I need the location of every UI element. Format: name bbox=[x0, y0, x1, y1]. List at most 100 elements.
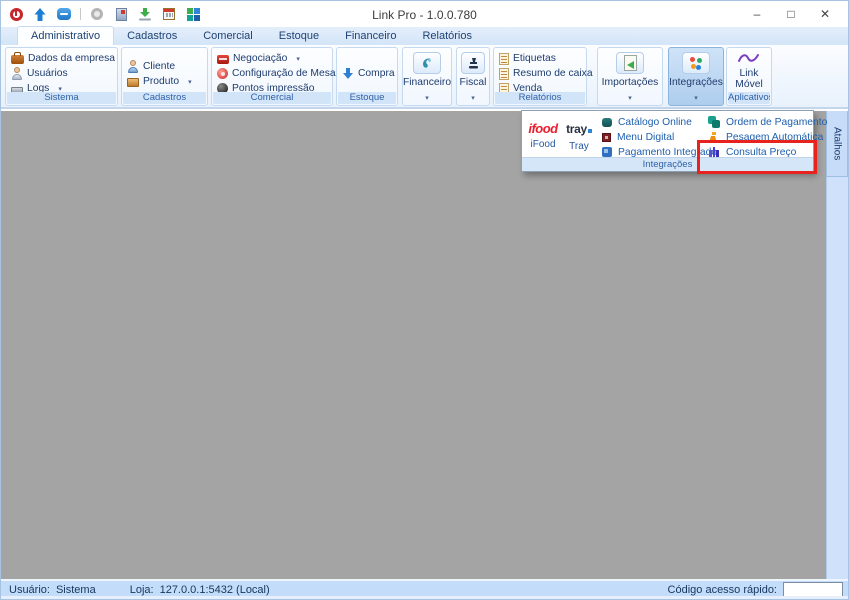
button-label: Fiscal bbox=[460, 77, 487, 88]
highlight-annotation-box bbox=[697, 140, 817, 174]
ribbon-tab-bar: Administrativo Cadastros Comercial Estoq… bbox=[1, 27, 848, 45]
item-label: Cliente bbox=[143, 61, 175, 72]
fiscal-button[interactable]: Fiscal ▾ bbox=[456, 47, 490, 106]
group-label-cadastros: Cadastros bbox=[123, 92, 206, 104]
menu-item-catalogo-online[interactable]: Catálogo Online bbox=[602, 115, 692, 129]
group-aplicativos: Link Móvel Aplicativos bbox=[726, 47, 772, 106]
group-cadastros: Cliente Produto ▾ Cadastros bbox=[121, 47, 208, 106]
report-document-icon bbox=[499, 68, 509, 80]
close-button[interactable]: ✕ bbox=[808, 4, 842, 24]
minimize-button[interactable]: – bbox=[740, 4, 774, 24]
import-icon bbox=[616, 52, 644, 74]
report-document-icon bbox=[499, 53, 509, 65]
chevron-down-icon: ▾ bbox=[188, 78, 192, 86]
tables-icon bbox=[217, 68, 228, 79]
tab-comercial[interactable]: Comercial bbox=[190, 27, 266, 45]
tab-administrativo[interactable]: Administrativo bbox=[17, 26, 114, 45]
ribbon-item-resumo-caixa[interactable]: Resumo de caixa bbox=[494, 66, 586, 81]
title-bar: Link Pro - 1.0.0.780 – □ ✕ bbox=[1, 1, 848, 27]
tab-relatorios[interactable]: Relatórios bbox=[409, 27, 485, 45]
ribbon-item-negociacao[interactable]: Negociação ▾ bbox=[212, 51, 332, 66]
item-label: Negociação bbox=[233, 53, 287, 64]
online-catalog-icon bbox=[602, 118, 612, 127]
item-label: Dados da empresa bbox=[28, 53, 115, 64]
payment-order-icon bbox=[708, 116, 720, 128]
group-label-estoque: Estoque bbox=[338, 92, 396, 104]
user-value: Sistema bbox=[56, 584, 96, 596]
menu-item-ordem-pagamento[interactable]: Ordem de Pagamento bbox=[708, 115, 827, 129]
item-label: Compra bbox=[358, 68, 395, 79]
fiscal-stamp-icon bbox=[461, 52, 485, 74]
tab-financeiro[interactable]: Financeiro bbox=[332, 27, 409, 45]
menu-item-menu-digital[interactable]: Menu Digital bbox=[602, 130, 674, 144]
client-icon bbox=[127, 60, 139, 73]
group-label-sistema: Sistema bbox=[7, 92, 116, 104]
ribbon-item-produto[interactable]: Produto ▾ bbox=[122, 74, 207, 89]
ribbon-item-dados-empresa[interactable]: Dados da empresa bbox=[6, 51, 117, 66]
atalhos-label: Atalhos bbox=[832, 127, 843, 160]
importacoes-button[interactable]: Importações ▾ bbox=[597, 47, 663, 106]
workspace-area bbox=[1, 111, 827, 579]
menu-item-ifood[interactable]: ifood iFood bbox=[526, 114, 560, 157]
item-label: Usuários bbox=[27, 68, 68, 79]
atalhos-tab[interactable]: Atalhos bbox=[826, 111, 848, 177]
digital-menu-icon bbox=[602, 133, 611, 142]
group-estoque: Compra Estoque bbox=[336, 47, 398, 106]
group-label-relatorios: Relatórios bbox=[495, 92, 585, 104]
finance-icon bbox=[413, 52, 441, 74]
ribbon-item-cliente[interactable]: Cliente bbox=[122, 59, 207, 74]
item-label: Resumo de caixa bbox=[513, 68, 593, 79]
ribbon-item-compra[interactable]: Compra bbox=[337, 66, 397, 81]
chevron-down-icon: ▾ bbox=[471, 94, 475, 102]
window-bottom-edge bbox=[1, 596, 848, 599]
chevron-down-icon: ▾ bbox=[296, 55, 300, 63]
user-label: Usuário: bbox=[9, 584, 50, 596]
chevron-down-icon: ▾ bbox=[694, 94, 698, 102]
tab-estoque[interactable]: Estoque bbox=[266, 27, 332, 45]
maximize-button[interactable]: □ bbox=[774, 4, 808, 24]
button-label: Financeiro bbox=[403, 77, 451, 88]
ribbon-item-etiquetas[interactable]: Etiquetas bbox=[494, 51, 586, 66]
button-label: Integrações bbox=[669, 77, 723, 88]
quick-code-label: Código acesso rápido: bbox=[668, 584, 777, 596]
store-label: Loja: bbox=[130, 584, 154, 596]
buy-arrow-icon bbox=[342, 68, 354, 80]
tray-logo-dot bbox=[588, 129, 592, 133]
menu-item-label: iFood bbox=[530, 139, 555, 150]
group-relatorios: Etiquetas Resumo de caixa Venda Relatóri… bbox=[493, 47, 587, 106]
item-label: Configuração de Mesas bbox=[232, 68, 341, 79]
negotiation-icon bbox=[217, 55, 229, 64]
product-box-icon bbox=[127, 78, 139, 87]
quick-code-input[interactable] bbox=[783, 582, 843, 597]
ribbon-item-usuarios[interactable]: Usuários bbox=[6, 66, 117, 81]
chevron-down-icon: ▾ bbox=[425, 94, 429, 102]
menu-item-tray[interactable]: tray Tray bbox=[563, 114, 595, 157]
store-value: 127.0.0.1:5432 (Local) bbox=[160, 584, 270, 596]
group-sistema: Dados da empresa Usuários Logs ▾ Sistema bbox=[5, 47, 118, 106]
tab-cadastros[interactable]: Cadastros bbox=[114, 27, 190, 45]
link-movel-button[interactable]: Link Móvel bbox=[727, 48, 771, 92]
group-label-aplicativos: Aplicativos bbox=[728, 92, 770, 104]
ribbon-item-configuracao-mesas[interactable]: Configuração de Mesas bbox=[212, 66, 332, 81]
group-label-comercial: Comercial bbox=[213, 92, 331, 104]
integrations-icon bbox=[682, 52, 710, 74]
button-label: Link Móvel bbox=[732, 68, 766, 90]
integracoes-button[interactable]: Integrações ▾ bbox=[668, 47, 724, 106]
ifood-logo: ifood bbox=[528, 121, 557, 136]
tray-logo: tray bbox=[566, 122, 587, 136]
item-label: Etiquetas bbox=[513, 53, 556, 64]
item-label: Produto bbox=[143, 76, 179, 87]
financeiro-button[interactable]: Financeiro ▾ bbox=[402, 47, 452, 106]
window-title: Link Pro - 1.0.0.780 bbox=[1, 8, 848, 22]
shortcuts-strip: Atalhos bbox=[826, 111, 848, 579]
app-window: Link Pro - 1.0.0.780 – □ ✕ Administrativ… bbox=[0, 0, 849, 600]
ribbon: Dados da empresa Usuários Logs ▾ Sistema bbox=[1, 45, 848, 109]
integrated-payment-icon bbox=[602, 147, 612, 157]
user-icon bbox=[11, 67, 23, 80]
briefcase-icon bbox=[11, 55, 24, 64]
group-comercial: Negociação ▾ Configuração de Mesas Ponto… bbox=[211, 47, 333, 106]
menu-item-label: Menu Digital bbox=[617, 132, 674, 143]
link-movel-squiggle-icon bbox=[737, 52, 761, 65]
window-controls: – □ ✕ bbox=[740, 4, 842, 24]
menu-item-label: Catálogo Online bbox=[618, 117, 692, 128]
